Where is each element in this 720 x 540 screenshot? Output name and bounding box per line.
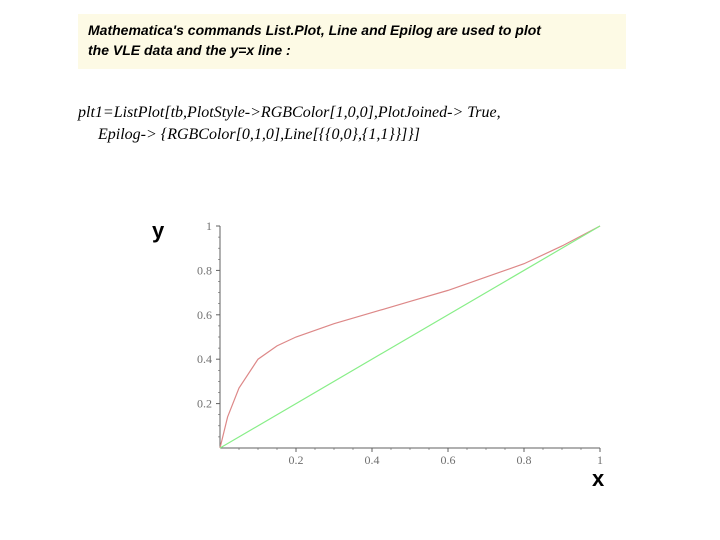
svg-text:0.8: 0.8: [517, 453, 532, 467]
svg-text:1: 1: [597, 453, 603, 467]
code-block: plt1=ListPlot[tb,PlotStyle->RGBColor[1,0…: [78, 102, 648, 145]
chart-svg: 0.2 0.4 0.6 0.8 1 0.2 0.4 0.6 0.8 1: [180, 216, 620, 476]
series-y = x (green): [220, 226, 600, 448]
description-box: Mathematica's commands List.Plot, Line a…: [78, 14, 626, 69]
svg-text:0.6: 0.6: [197, 308, 212, 322]
svg-text:0.8: 0.8: [197, 263, 212, 277]
y-axis-label: y: [152, 218, 164, 244]
chart: 0.2 0.4 0.6 0.8 1 0.2 0.4 0.6 0.8 1: [180, 216, 620, 476]
svg-text:0.4: 0.4: [197, 352, 212, 366]
description-line-2: the VLE data and the y=x line :: [88, 42, 291, 58]
svg-text:0.2: 0.2: [289, 453, 304, 467]
description-line-1: Mathematica's commands List.Plot, Line a…: [88, 22, 541, 38]
svg-text:0.2: 0.2: [197, 397, 212, 411]
svg-text:0.4: 0.4: [365, 453, 380, 467]
code-line-2: Epilog-> {RGBColor[0,1,0],Line[{{0,0},{1…: [78, 124, 648, 146]
svg-text:0.6: 0.6: [441, 453, 456, 467]
svg-text:1: 1: [206, 219, 212, 233]
code-line-1: plt1=ListPlot[tb,PlotStyle->RGBColor[1,0…: [78, 102, 648, 124]
